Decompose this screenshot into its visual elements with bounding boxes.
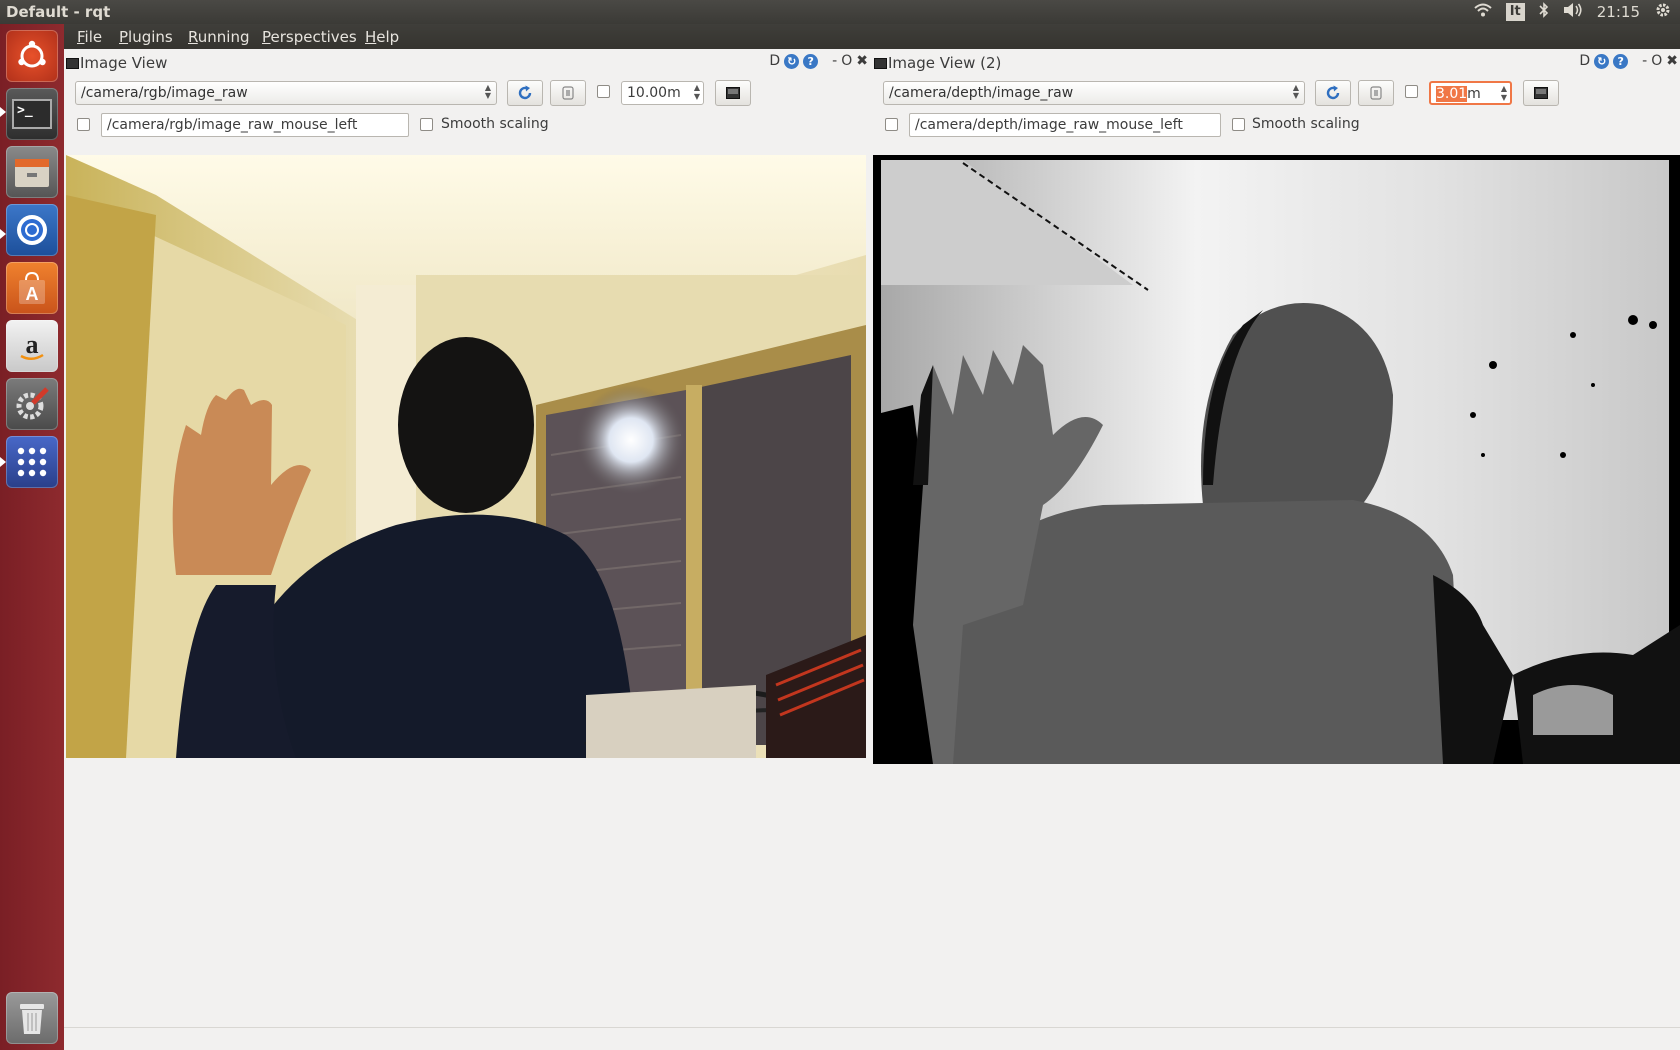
panel-title-bar[interactable]: Image View D ↻ ? - O ✖ [64, 53, 870, 73]
clock[interactable]: 21:15 [1597, 3, 1640, 21]
status-bar-divider [64, 1027, 1680, 1028]
refresh-icon [1326, 85, 1340, 100]
smooth-scaling-checkbox[interactable] [420, 118, 433, 131]
smooth-scaling-label: Smooth scaling [1252, 116, 1360, 132]
combo-arrows-icon: ▲ ▼ [1292, 83, 1299, 100]
panel-controls: D ↻ ? - O ✖ [769, 53, 868, 69]
wifi-icon[interactable] [1474, 3, 1492, 21]
system-tray: It 21:15 [1474, 2, 1672, 22]
mouse-topic-value: /camera/depth/image_raw_mouse_left [915, 117, 1183, 133]
refresh-topics-button[interactable] [507, 80, 543, 106]
running-indicator [0, 229, 6, 239]
topic-combo[interactable]: /camera/depth/image_raw ▲ ▼ [883, 81, 1305, 105]
save-icon [726, 87, 740, 99]
max-range-unit: m [1467, 86, 1481, 102]
refresh-icon [518, 85, 532, 100]
mouse-topic-field[interactable]: /camera/rgb/image_raw_mouse_left [101, 113, 409, 137]
spin-arrows-icon[interactable]: ▲ ▼ [694, 83, 700, 101]
depth-scene-drawing [873, 155, 1680, 764]
save-image-button[interactable] [715, 80, 751, 106]
dock-d-button[interactable]: D [1579, 53, 1590, 69]
spin-arrows-icon[interactable]: ▲ ▼ [1501, 84, 1507, 102]
publish-click-checkbox[interactable] [885, 118, 898, 131]
max-range-spinbox[interactable]: 3.01m ▲ ▼ [1429, 81, 1512, 105]
max-range-value: 10.00m [627, 85, 681, 101]
ubuntu-dash-icon[interactable] [6, 30, 58, 82]
combo-arrows-icon: ▲ ▼ [484, 83, 491, 100]
system-top-bar: Default - rqt It 21:15 [0, 0, 1680, 24]
smooth-scaling-label: Smooth scaling [441, 116, 549, 132]
depth-camera-image[interactable] [873, 155, 1680, 764]
max-range-checkbox[interactable] [597, 85, 610, 98]
menu-help[interactable]: Help [365, 28, 399, 46]
app-grid-icon[interactable] [6, 436, 58, 488]
topic-value: /camera/rgb/image_raw [81, 85, 248, 101]
reload-plugin-icon[interactable]: ↻ [1594, 53, 1610, 69]
close-button[interactable]: ✖ [1666, 53, 1678, 69]
panel-title-bar[interactable]: Image View (2) D ↻ ? - O ✖ [872, 53, 1680, 73]
chromium-icon[interactable] [6, 204, 58, 256]
zoom-original-icon [1370, 86, 1382, 100]
dock-float-icon[interactable] [66, 58, 79, 69]
settings-gear-icon[interactable] [1654, 1, 1672, 23]
zoom-1-button[interactable] [550, 80, 586, 106]
image-view-panel-rgb: Image View D ↻ ? - O ✖ /camera/rgb/image… [64, 49, 870, 1049]
rgb-scene-drawing [66, 155, 866, 758]
bluetooth-icon[interactable] [1539, 2, 1549, 22]
help-icon[interactable]: ? [1613, 53, 1629, 69]
keyboard-layout-indicator[interactable]: It [1505, 3, 1525, 21]
dock-float-icon[interactable] [874, 58, 887, 69]
menu-plugins[interactable]: Plugins [119, 28, 173, 46]
panel-controls: D ↻ ? - O ✖ [1579, 53, 1678, 69]
amazon-icon[interactable]: a [6, 320, 58, 372]
panel-title: Image View [80, 54, 168, 72]
image-view-panel-depth: Image View (2) D ↻ ? - O ✖ /camera/depth… [872, 49, 1680, 1049]
mouse-topic-field[interactable]: /camera/depth/image_raw_mouse_left [909, 113, 1221, 137]
max-range-selected-value: 3.01 [1436, 86, 1468, 102]
publish-click-checkbox[interactable] [77, 118, 90, 131]
system-settings-icon[interactable] [6, 378, 58, 430]
svg-text:A: A [26, 284, 39, 304]
close-button[interactable]: ✖ [856, 53, 868, 69]
minimize-button[interactable]: - [1642, 53, 1647, 69]
restore-button[interactable]: O [841, 53, 852, 69]
rgb-camera-image[interactable] [66, 155, 866, 758]
panel-title: Image View (2) [888, 54, 1002, 72]
menu-perspectives[interactable]: Perspectives [262, 28, 357, 46]
save-image-button[interactable] [1523, 80, 1559, 106]
file-manager-icon[interactable] [6, 146, 58, 198]
running-indicator [0, 457, 6, 467]
topic-value: /camera/depth/image_raw [889, 85, 1074, 101]
dock-d-button[interactable]: D [769, 53, 780, 69]
volume-icon[interactable] [1563, 2, 1583, 22]
help-icon[interactable]: ? [803, 53, 819, 69]
smooth-scaling-checkbox[interactable] [1232, 118, 1245, 131]
terminal-icon[interactable]: >_ [6, 88, 58, 140]
svg-text:a: a [26, 330, 39, 359]
refresh-topics-button[interactable] [1315, 80, 1351, 106]
reload-plugin-icon[interactable]: ↻ [784, 53, 800, 69]
trash-icon[interactable] [6, 992, 58, 1044]
restore-button[interactable]: O [1651, 53, 1662, 69]
menu-file[interactable]: File [77, 28, 102, 46]
max-range-spinbox[interactable]: 10.00m ▲ ▼ [621, 81, 704, 105]
topic-combo[interactable]: /camera/rgb/image_raw ▲ ▼ [75, 81, 497, 105]
menu-bar: File Plugins Running Perspectives Help [64, 24, 1680, 49]
minimize-button[interactable]: - [832, 53, 837, 69]
mouse-topic-value: /camera/rgb/image_raw_mouse_left [107, 117, 358, 133]
save-icon [1534, 87, 1548, 99]
zoom-1-button[interactable] [1358, 80, 1394, 106]
max-range-checkbox[interactable] [1405, 85, 1418, 98]
zoom-original-icon [562, 86, 574, 100]
launcher: >_ A a [0, 24, 64, 1050]
software-center-icon[interactable]: A [6, 262, 58, 314]
menu-running[interactable]: Running [188, 28, 249, 46]
window-title: Default - rqt [6, 3, 111, 21]
